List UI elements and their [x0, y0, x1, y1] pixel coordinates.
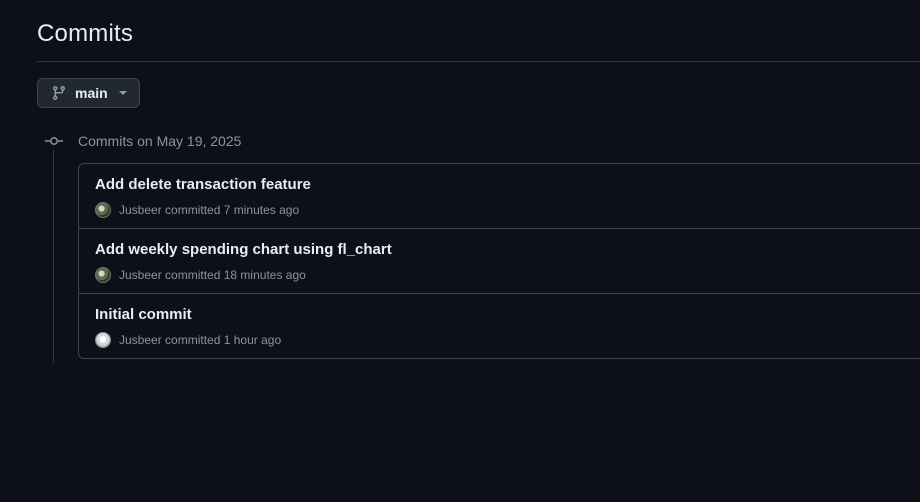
commit-list: Add delete transaction feature Jusbeer c…	[78, 163, 920, 359]
commit-message-link[interactable]: Add weekly spending chart using fl_chart	[95, 241, 392, 258]
title-divider	[37, 61, 920, 62]
commit-meta: Jusbeer committed 18 minutes ago	[95, 267, 306, 283]
commit-row: Add weekly spending chart using fl_chart…	[79, 229, 920, 294]
author-avatar[interactable]	[95, 202, 111, 218]
commit-group-heading: Commits on May 19, 2025	[78, 133, 242, 149]
commit-meta: Jusbeer committed 7 minutes ago	[95, 202, 299, 218]
branch-selector-button[interactable]: main	[37, 78, 140, 108]
commit-message-link[interactable]: Initial commit	[95, 306, 192, 323]
git-commit-icon	[45, 137, 63, 145]
commit-action: committed	[165, 333, 221, 347]
commit-row: Add delete transaction feature Jusbeer c…	[79, 164, 920, 229]
commit-action: committed	[165, 268, 221, 282]
commit-time: 7 minutes ago	[223, 203, 300, 217]
commit-row: Initial commit Jusbeer committed 1 hour …	[79, 294, 920, 358]
commit-action: committed	[165, 203, 221, 217]
commit-author[interactable]: Jusbeer	[119, 268, 162, 282]
commit-time: 18 minutes ago	[223, 268, 306, 282]
commit-message-link[interactable]: Add delete transaction feature	[95, 176, 311, 193]
author-avatar[interactable]	[95, 267, 111, 283]
timeline-line	[53, 150, 54, 363]
branch-name: main	[75, 85, 108, 101]
commits-page: Commits main Commits on May 19, 2025 Add…	[0, 0, 920, 502]
page-title: Commits	[37, 20, 134, 47]
commit-author[interactable]: Jusbeer	[119, 333, 162, 347]
commit-meta: Jusbeer committed 1 hour ago	[95, 332, 281, 348]
author-avatar[interactable]	[95, 332, 111, 348]
commit-author[interactable]: Jusbeer	[119, 203, 162, 217]
git-branch-icon	[52, 86, 65, 101]
triangle-down-icon	[118, 91, 127, 95]
commit-time: 1 hour ago	[223, 333, 282, 347]
